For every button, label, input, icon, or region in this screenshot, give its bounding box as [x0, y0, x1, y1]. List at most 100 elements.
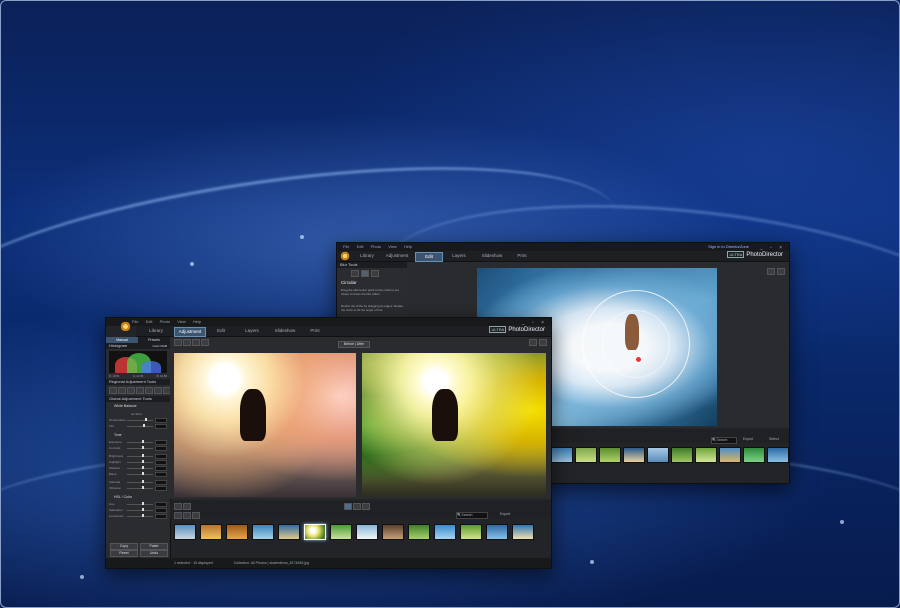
sort-icon[interactable]: [192, 512, 200, 519]
prev-icon[interactable]: [174, 503, 182, 510]
rotate-icon[interactable]: [201, 339, 209, 346]
before-after-toggle[interactable]: Before | After: [338, 341, 370, 348]
compare-mode-icon[interactable]: [183, 339, 191, 346]
luminance-slider[interactable]: Luminance: [109, 514, 167, 519]
shadow-slider[interactable]: Shadow: [109, 466, 167, 471]
histogram-mode-color[interactable]: Color: [152, 344, 159, 348]
menu-help[interactable]: Help: [404, 243, 412, 251]
zoom-icon[interactable]: [767, 268, 775, 275]
view-grid-icon[interactable]: [174, 512, 182, 519]
menu-view[interactable]: View: [177, 318, 186, 326]
spot-removal-icon[interactable]: [118, 387, 126, 394]
contrast-slider[interactable]: Contrast: [109, 446, 167, 451]
tab-print[interactable]: Print: [302, 327, 328, 335]
brightness-slider[interactable]: Brightness: [109, 454, 167, 459]
tab-slideshow[interactable]: Slideshow: [477, 252, 507, 260]
photo-thumb[interactable]: [647, 447, 669, 463]
photo-thumb[interactable]: [278, 524, 300, 540]
photo-thumb[interactable]: [382, 524, 404, 540]
zoom-icon[interactable]: [529, 339, 537, 346]
photo-thumb[interactable]: [200, 524, 222, 540]
photo-thumb[interactable]: [408, 524, 430, 540]
brush-blur-icon[interactable]: [371, 270, 379, 277]
photo-thumb[interactable]: [599, 447, 621, 463]
photo-thumb[interactable]: [512, 524, 534, 540]
view-list-icon[interactable]: [183, 512, 191, 519]
photo-thumb[interactable]: [695, 447, 717, 463]
linear-blur-icon[interactable]: [351, 270, 359, 277]
menu-file[interactable]: File: [343, 243, 349, 251]
tab-edit[interactable]: Edit: [415, 252, 443, 262]
photo-thumb[interactable]: [434, 524, 456, 540]
brush-icon[interactable]: [136, 387, 144, 394]
photo-thumb[interactable]: [226, 524, 248, 540]
reset-button[interactable]: Reset: [110, 550, 138, 557]
tab-adjustment[interactable]: Adjustment: [383, 252, 411, 260]
tab-library[interactable]: Library: [142, 327, 170, 335]
radial-filter-icon[interactable]: [154, 387, 162, 394]
photo-thumb[interactable]: [623, 447, 645, 463]
tone-header[interactable]: Tone: [114, 433, 122, 437]
white-balance-header[interactable]: White Balance: [114, 404, 137, 408]
temperature-slider[interactable]: Temperature: [109, 418, 167, 423]
rotate-right-icon[interactable]: [353, 503, 361, 510]
tab-layers[interactable]: Layers: [445, 252, 473, 260]
circular-blur-icon[interactable]: [361, 270, 369, 277]
fullscreen-icon[interactable]: [777, 268, 785, 275]
photo-thumb[interactable]: [330, 524, 352, 540]
menu-view[interactable]: View: [388, 243, 397, 251]
wb-preset-slider[interactable]: As Shot: [109, 412, 167, 416]
tab-edit[interactable]: Edit: [208, 327, 234, 335]
photo-thumb[interactable]: [356, 524, 378, 540]
gradient-mask-icon[interactable]: [145, 387, 153, 394]
saturate-slider[interactable]: Saturate: [109, 480, 167, 485]
fullscreen-icon[interactable]: [539, 339, 547, 346]
menu-edit[interactable]: Edit: [146, 318, 153, 326]
red-eye-icon[interactable]: [127, 387, 135, 394]
export-button[interactable]: Export: [743, 437, 753, 441]
paste-button[interactable]: Paste: [140, 543, 168, 550]
view-mode-icon[interactable]: [174, 339, 182, 346]
search-field[interactable]: 🔍Search: [711, 437, 737, 444]
blur-center-handle[interactable]: [635, 356, 642, 363]
menu-photo[interactable]: Photo: [160, 318, 170, 326]
hue-slider[interactable]: Hue: [109, 502, 167, 507]
photo-thumb[interactable]: [460, 524, 482, 540]
menu-file[interactable]: File: [132, 318, 138, 326]
select-button[interactable]: Select: [769, 437, 779, 441]
split-view-icon[interactable]: [192, 339, 200, 346]
delete-icon[interactable]: [362, 503, 370, 510]
photo-thumb[interactable]: [575, 447, 597, 463]
exposure-slider[interactable]: Exposure: [109, 440, 167, 445]
tab-adjustment[interactable]: Adjustment: [174, 327, 206, 337]
photo-thumb-selected[interactable]: [304, 524, 326, 540]
photo-thumb[interactable]: [174, 524, 196, 540]
photo-thumb[interactable]: [767, 447, 789, 463]
crop-icon[interactable]: [109, 387, 117, 394]
next-icon[interactable]: [183, 503, 191, 510]
copy-button[interactable]: Copy: [110, 543, 138, 550]
undo-button[interactable]: Undo: [140, 550, 168, 557]
histogram-mode-rgb[interactable]: RGB: [160, 344, 167, 348]
export-button[interactable]: Export: [500, 512, 510, 516]
photo-thumb[interactable]: [252, 524, 274, 540]
directorzone-link[interactable]: Sign in to DirectorZone: [708, 243, 749, 251]
tint-slider[interactable]: Tint: [109, 424, 167, 429]
vibrance-slider[interactable]: Vibrance: [109, 486, 167, 491]
tab-library[interactable]: Library: [353, 252, 381, 260]
rotate-left-icon[interactable]: [344, 503, 352, 510]
tab-layers[interactable]: Layers: [238, 327, 266, 335]
search-field[interactable]: 🔍Search: [456, 512, 488, 519]
photo-thumb[interactable]: [671, 447, 693, 463]
saturation-slider[interactable]: Saturation: [109, 508, 167, 513]
tab-slideshow[interactable]: Slideshow: [270, 327, 300, 335]
menu-photo[interactable]: Photo: [371, 243, 381, 251]
menu-help[interactable]: Help: [193, 318, 201, 326]
hsl-header[interactable]: HSL / Color: [114, 495, 132, 499]
menu-edit[interactable]: Edit: [357, 243, 364, 251]
black-slider[interactable]: Black: [109, 472, 167, 477]
photo-thumb[interactable]: [551, 447, 573, 463]
photo-thumb[interactable]: [743, 447, 765, 463]
tab-presets[interactable]: Presets: [138, 337, 170, 343]
tab-print[interactable]: Print: [509, 252, 535, 260]
